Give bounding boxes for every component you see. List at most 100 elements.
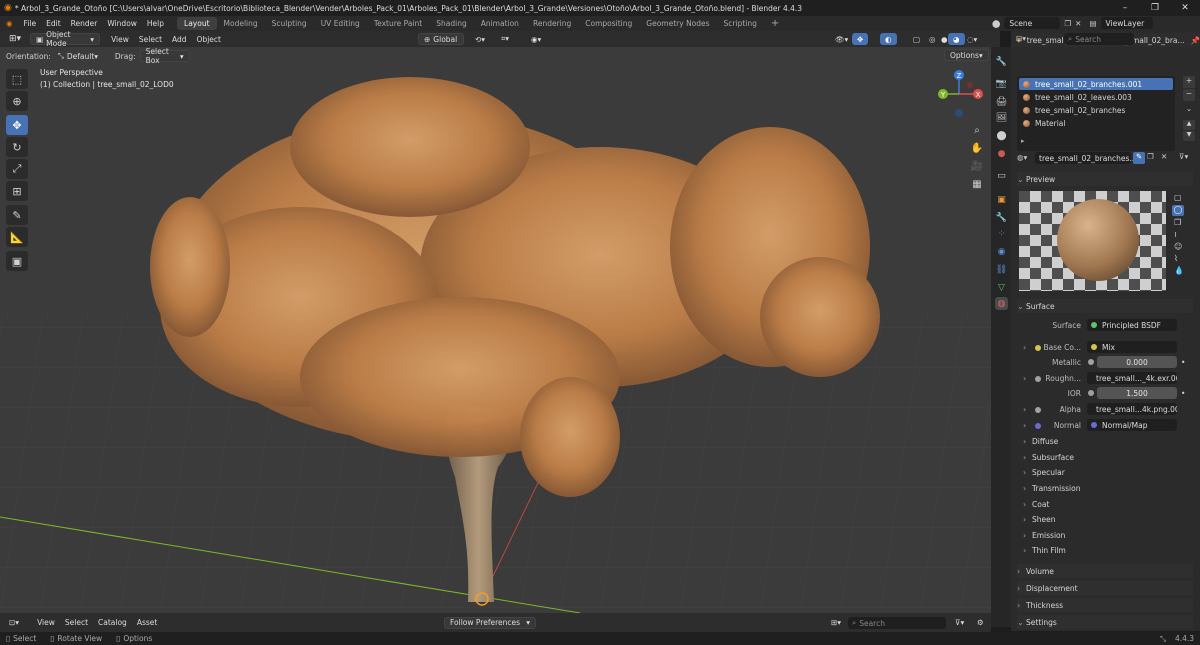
surface-shader-field[interactable]: Principled BSDF xyxy=(1087,319,1177,331)
material-browse-icon[interactable]: ◍▾ xyxy=(1017,153,1027,162)
asset-search-input[interactable]: ⌕ Search xyxy=(848,617,946,629)
alpha-field[interactable]: tree_small...4k.png.001 xyxy=(1087,403,1177,415)
surface-section-header[interactable]: ⌄ Surface xyxy=(1017,299,1193,313)
asset-menu-view[interactable]: View xyxy=(32,617,60,629)
rendered-shading-icon[interactable]: ◌▾ xyxy=(962,33,982,45)
pivot-icon[interactable]: ⟲▾ xyxy=(470,33,490,45)
camera-view-icon[interactable]: 🎥 xyxy=(968,157,986,175)
asset-menu-asset[interactable]: Asset xyxy=(132,617,163,629)
preview-monkey-icon[interactable]: ☺ xyxy=(1174,242,1182,251)
base-color-field[interactable]: Mix xyxy=(1087,341,1177,353)
metallic-field[interactable]: 0.000 xyxy=(1097,356,1177,368)
material-slot-item[interactable]: tree_small_02_branches xyxy=(1019,104,1173,116)
cursor-tool-icon[interactable]: ⊕ xyxy=(6,91,28,111)
material-slot-item[interactable]: tree_small_02_leaves.003 xyxy=(1019,91,1173,103)
tab-texture-paint[interactable]: Texture Paint xyxy=(367,17,429,30)
gizmo-toggle-icon[interactable]: ✥ xyxy=(852,33,869,45)
add-workspace-icon[interactable]: + xyxy=(764,17,786,30)
3d-viewport[interactable]: User Perspective (1) Collection | tree_s… xyxy=(0,47,1000,613)
asset-settings-icon[interactable]: ⚙ xyxy=(972,617,989,629)
metallic-keyframe-icon[interactable]: • xyxy=(1181,358,1185,367)
scene-icon[interactable]: ⬤ xyxy=(992,19,1000,28)
coat-subsection[interactable]: › Coat xyxy=(1023,497,1199,511)
overlay-toggle-icon[interactable]: ◐ xyxy=(880,33,897,45)
preview-cloth-icon[interactable]: ⌇ xyxy=(1174,254,1178,263)
menu-window[interactable]: Window xyxy=(102,16,142,31)
drag-selector[interactable]: Select Box ▾ xyxy=(139,47,190,65)
view-layer-tab-icon[interactable]: 🖼 xyxy=(995,111,1008,124)
filter-icon[interactable]: ⊽▾ xyxy=(950,617,969,629)
list-expand-icon[interactable]: ▸ xyxy=(1021,137,1025,145)
constraints-tab-icon[interactable]: ⛓ xyxy=(995,263,1008,276)
visibility-icon[interactable]: 👁▾ xyxy=(830,33,853,45)
data-tab-icon[interactable]: ▽ xyxy=(995,281,1008,294)
properties-search-field[interactable]: ⌕ Search xyxy=(1064,33,1134,45)
tab-geometry-nodes[interactable]: Geometry Nodes xyxy=(639,17,716,30)
transform-orientation-selector[interactable]: ⊕ Global xyxy=(418,33,464,45)
menu-edit[interactable]: Edit xyxy=(41,16,66,31)
measure-tool-icon[interactable]: 📐 xyxy=(6,227,28,247)
perspective-toggle-icon[interactable]: ▦ xyxy=(968,175,986,193)
move-slot-up-icon[interactable]: ▲ xyxy=(1183,120,1195,130)
scale-tool-icon[interactable]: ⤢ xyxy=(6,159,28,179)
material-user-icon[interactable]: ✎ xyxy=(1133,152,1145,164)
remove-slot-button[interactable]: − xyxy=(1183,89,1195,101)
menu-select[interactable]: Select xyxy=(134,33,167,45)
display-mode-icon[interactable]: ⊞▾ xyxy=(826,617,846,629)
tab-compositing[interactable]: Compositing xyxy=(578,17,639,30)
minimize-button[interactable]: – xyxy=(1110,0,1140,16)
tab-animation[interactable]: Animation xyxy=(474,17,526,30)
preview-section-header[interactable]: ⌄ Preview xyxy=(1017,172,1193,186)
editor-type-icon[interactable]: ⊞▾ xyxy=(4,33,26,45)
close-button[interactable]: ✕ xyxy=(1170,0,1200,16)
unlink-material-icon[interactable]: ✕ xyxy=(1161,152,1167,161)
move-slot-down-icon[interactable]: ▼ xyxy=(1183,131,1195,141)
library-selector[interactable]: Follow Preferences ▾ xyxy=(444,616,536,629)
material-name-field[interactable]: tree_small_02_branches... xyxy=(1035,152,1137,164)
blender-menu-icon[interactable]: ◉ xyxy=(0,16,19,31)
viewport-scene[interactable] xyxy=(0,47,1000,613)
preview-flat-icon[interactable]: ▢ xyxy=(1174,193,1182,202)
menu-object[interactable]: Object xyxy=(192,33,226,45)
maximize-button[interactable]: ❐ xyxy=(1140,0,1170,16)
tab-sculpting[interactable]: Sculpting xyxy=(265,17,314,30)
tab-shading[interactable]: Shading xyxy=(429,17,473,30)
move-tool-icon[interactable]: ✥ xyxy=(6,115,28,135)
transmission-subsection[interactable]: › Transmission xyxy=(1023,481,1199,495)
output-tab-icon[interactable]: 🖨 xyxy=(995,95,1008,108)
world-tab-icon[interactable]: ● xyxy=(995,147,1008,160)
alpha-expand-icon[interactable]: › xyxy=(1023,405,1032,414)
menu-help[interactable]: Help xyxy=(142,16,169,31)
asset-menu-catalog[interactable]: Catalog xyxy=(93,617,132,629)
new-scene-icon[interactable]: ❐ xyxy=(1064,19,1071,28)
snap-icon[interactable]: ⌗▾ xyxy=(496,33,514,45)
transform-tool-icon[interactable]: ⊞ xyxy=(6,181,28,201)
tab-modeling[interactable]: Modeling xyxy=(217,17,265,30)
material-slot-item[interactable]: Material xyxy=(1019,117,1173,129)
scene-selector[interactable]: Scene xyxy=(1004,17,1061,29)
mode-selector[interactable]: ▣ Object Mode ▾ xyxy=(30,30,101,48)
displacement-section-header[interactable]: › Displacement xyxy=(1017,581,1193,595)
proportional-edit-icon[interactable]: ◉▾ xyxy=(526,33,546,45)
duplicate-material-icon[interactable]: ❐ xyxy=(1147,152,1154,161)
tab-rendering[interactable]: Rendering xyxy=(526,17,578,30)
tool-tab-icon[interactable]: 🔧 xyxy=(995,55,1008,68)
menu-add[interactable]: Add xyxy=(167,33,192,45)
options-button[interactable]: Options ▾ xyxy=(944,49,989,61)
asset-menu-select[interactable]: Select xyxy=(60,617,93,629)
zoom-icon[interactable]: ⌕ xyxy=(968,121,986,139)
properties-editor-type-icon[interactable]: ⊟▾ xyxy=(1016,34,1026,43)
normal-expand-icon[interactable]: › xyxy=(1023,421,1032,430)
material-tab-icon[interactable]: ◍ xyxy=(995,297,1008,310)
roughness-expand-icon[interactable]: › xyxy=(1023,374,1032,383)
normal-field[interactable]: Normal/Map xyxy=(1087,419,1177,431)
preview-cube-icon[interactable]: ❒ xyxy=(1174,218,1181,227)
xray-icon[interactable]: ▢ xyxy=(908,33,925,45)
tab-uv-editing[interactable]: UV Editing xyxy=(314,17,367,30)
pan-icon[interactable]: ✋ xyxy=(968,139,986,157)
render-tab-icon[interactable]: 📷 xyxy=(995,77,1008,90)
view-layer-selector[interactable]: ViewLayer xyxy=(1100,17,1153,29)
physics-tab-icon[interactable]: ◉ xyxy=(995,245,1008,258)
tab-scripting[interactable]: Scripting xyxy=(717,17,764,30)
asset-editor-type-icon[interactable]: ⊡▾ xyxy=(4,617,24,629)
